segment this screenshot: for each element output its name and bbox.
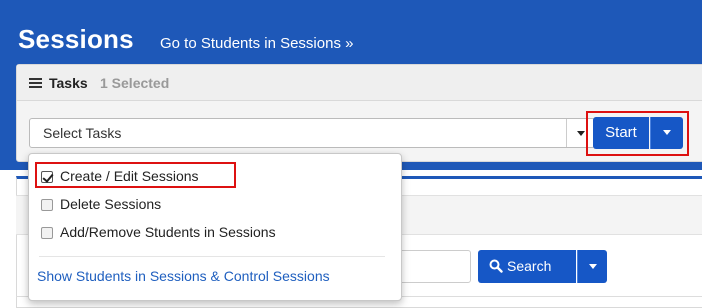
go-to-students-link[interactable]: Go to Students in Sessions » [160,35,353,52]
tasks-selected-count: 1 Selected [100,75,170,91]
menu-divider [39,256,385,257]
tasks-list-icon [29,78,42,88]
select-tasks-placeholder: Select Tasks [43,125,122,141]
search-button[interactable]: Search [478,250,576,283]
search-icon [489,259,503,273]
show-students-control-sessions-link[interactable]: Show Students in Sessions & Control Sess… [37,268,330,284]
checkbox[interactable] [41,227,53,239]
start-dropdown-toggle[interactable] [650,117,683,149]
select-tasks-dropdown[interactable]: Select Tasks [29,118,595,148]
tasks-panel-header: Tasks 1 Selected [17,65,702,101]
page-title: Sessions [18,24,134,54]
menu-item-label: Delete Sessions [60,196,162,212]
tasks-dropdown-menu: Create / Edit Sessions Delete Sessions A… [28,153,402,301]
tasks-label: Tasks [49,75,88,91]
menu-item-label: Create / Edit Sessions [60,168,199,184]
checkbox[interactable] [41,199,53,211]
checkbox-checked[interactable] [41,171,53,183]
start-button[interactable]: Start [593,117,649,149]
search-button-label: Search [507,258,552,274]
menu-item-label: Add/Remove Students in Sessions [60,224,276,240]
search-dropdown-toggle[interactable] [577,250,607,283]
